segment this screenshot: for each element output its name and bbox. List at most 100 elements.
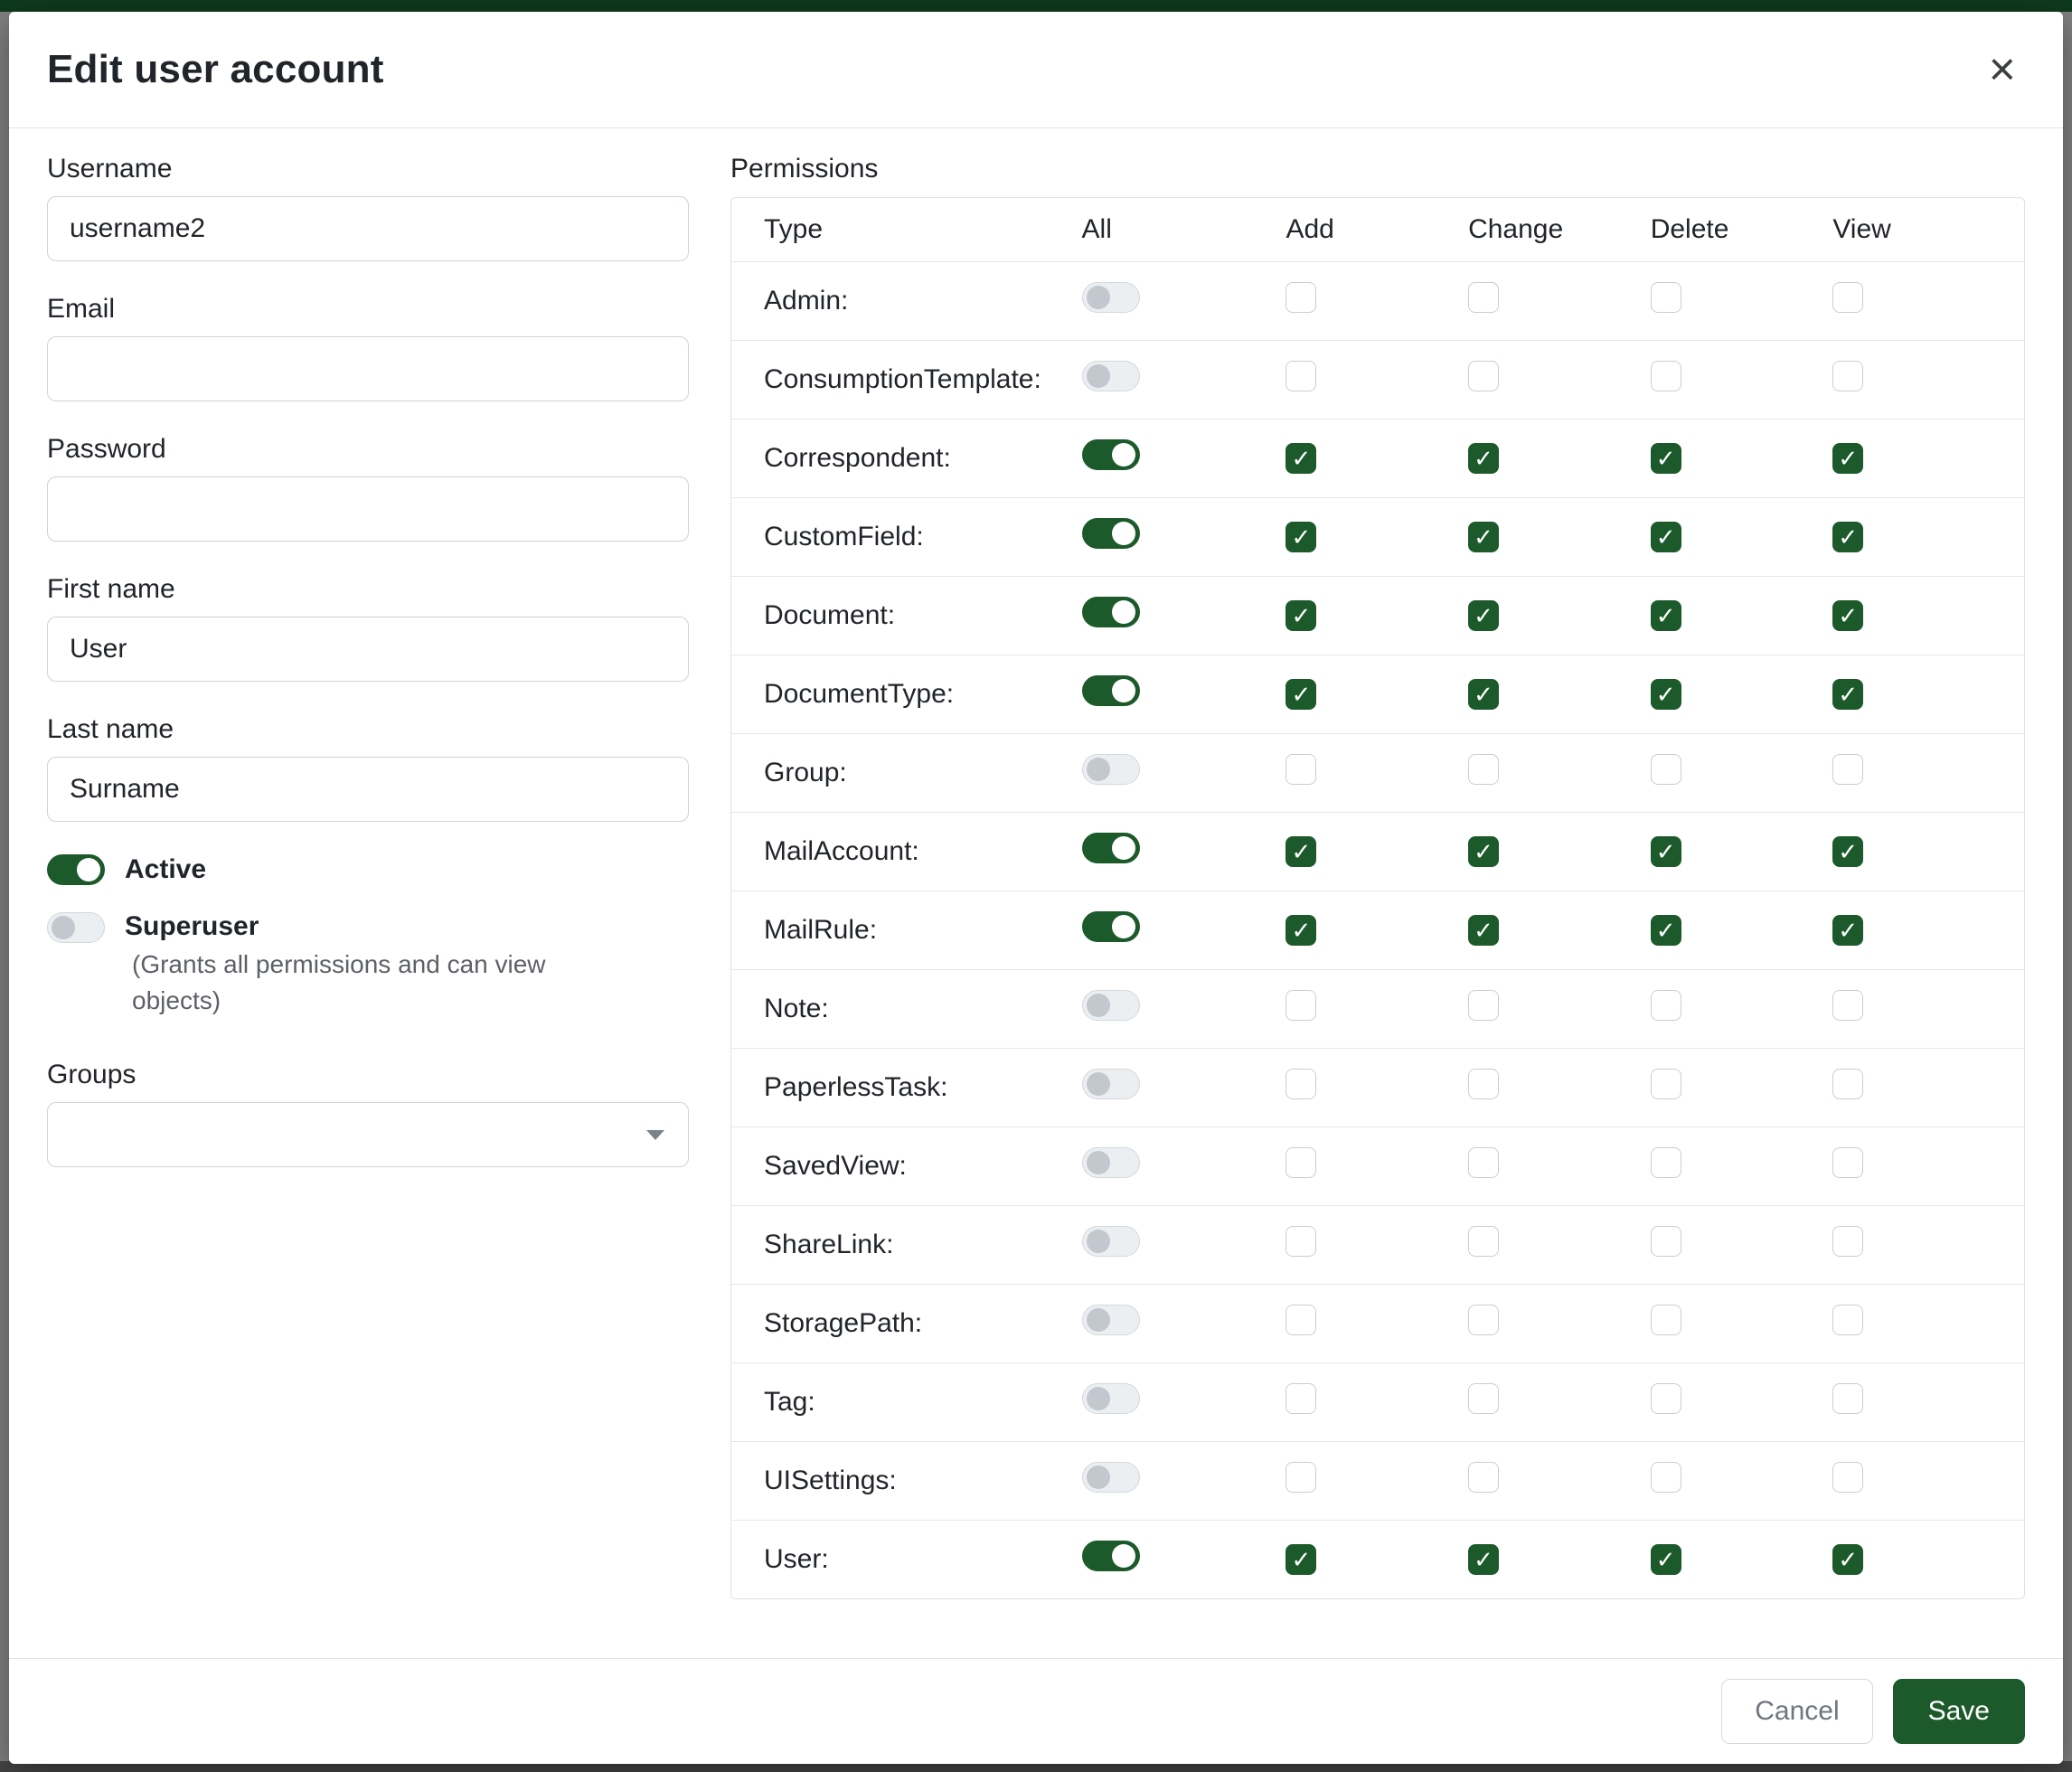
cancel-button[interactable]: Cancel [1721,1679,1872,1744]
permission-view-checkbox[interactable] [1832,1226,1863,1257]
permission-add-checkbox[interactable] [1286,1226,1316,1257]
permission-add-checkbox[interactable] [1286,443,1316,474]
permission-delete-checkbox[interactable] [1651,754,1681,785]
permission-change-checkbox[interactable] [1468,1544,1499,1575]
permission-all-toggle[interactable] [1082,1226,1140,1257]
permission-change-checkbox[interactable] [1468,836,1499,867]
permission-all-toggle[interactable] [1082,1383,1140,1414]
permission-add-checkbox[interactable] [1286,990,1316,1021]
permission-change-checkbox[interactable] [1468,282,1499,313]
active-toggle[interactable] [47,854,105,885]
permission-delete-checkbox[interactable] [1651,522,1681,552]
permission-all-toggle[interactable] [1082,361,1140,391]
permission-all-toggle[interactable] [1082,282,1140,313]
permission-change-checkbox[interactable] [1468,990,1499,1021]
password-input[interactable] [47,476,689,542]
permission-add-checkbox[interactable] [1286,1069,1316,1099]
email-input[interactable] [47,336,689,401]
permission-add-checkbox[interactable] [1286,836,1316,867]
save-button[interactable]: Save [1893,1679,2025,1744]
permission-delete-checkbox[interactable] [1651,1462,1681,1493]
permission-all-toggle[interactable] [1082,1147,1140,1178]
permission-view-checkbox[interactable] [1832,1462,1863,1493]
permission-view-checkbox[interactable] [1832,1147,1863,1178]
permission-add-checkbox[interactable] [1286,1147,1316,1178]
permission-all-toggle[interactable] [1082,1541,1140,1571]
permission-add-checkbox[interactable] [1286,1383,1316,1414]
permission-change-checkbox[interactable] [1468,522,1499,552]
permission-view-checkbox[interactable] [1832,361,1863,391]
groups-select[interactable] [47,1102,689,1167]
permission-all-toggle[interactable] [1082,833,1140,863]
permission-view-checkbox[interactable] [1832,754,1863,785]
permission-all-toggle[interactable] [1082,518,1140,549]
close-icon[interactable]: × [1980,42,2025,97]
permission-all-toggle[interactable] [1082,1305,1140,1335]
permission-delete-checkbox[interactable] [1651,1226,1681,1257]
last-name-input[interactable] [47,757,689,822]
permission-view-checkbox[interactable] [1832,1383,1863,1414]
permission-delete-checkbox[interactable] [1651,1069,1681,1099]
permission-delete-checkbox[interactable] [1651,1305,1681,1335]
permission-add-checkbox[interactable] [1286,282,1316,313]
permission-add-checkbox[interactable] [1286,754,1316,785]
permission-delete-checkbox[interactable] [1651,361,1681,391]
permission-add-checkbox[interactable] [1286,1305,1316,1335]
permission-change-checkbox[interactable] [1468,1147,1499,1178]
permission-all-toggle[interactable] [1082,1462,1140,1493]
permission-add-checkbox[interactable] [1286,361,1316,391]
permission-all-toggle[interactable] [1082,597,1140,627]
permission-view-checkbox[interactable] [1832,1069,1863,1099]
permission-delete-checkbox[interactable] [1651,836,1681,867]
permission-change-checkbox[interactable] [1468,679,1499,710]
permission-change-checkbox[interactable] [1468,1069,1499,1099]
permission-view-checkbox[interactable] [1832,443,1863,474]
permission-view-checkbox[interactable] [1832,679,1863,710]
permission-change-checkbox[interactable] [1468,443,1499,474]
permission-delete-checkbox[interactable] [1651,1544,1681,1575]
permission-view-checkbox[interactable] [1832,990,1863,1021]
permission-change-checkbox[interactable] [1468,1383,1499,1414]
permission-all-toggle[interactable] [1082,1069,1140,1099]
permission-delete-checkbox[interactable] [1651,443,1681,474]
permission-change-checkbox[interactable] [1468,754,1499,785]
permission-type-label: Admin: [764,286,848,316]
permission-view-checkbox[interactable] [1832,1305,1863,1335]
permission-change-checkbox[interactable] [1468,361,1499,391]
permission-delete-checkbox[interactable] [1651,600,1681,631]
permission-type-label: ConsumptionTemplate: [764,364,1041,394]
permission-add-checkbox[interactable] [1286,1544,1316,1575]
permission-delete-checkbox[interactable] [1651,1383,1681,1414]
permission-delete-checkbox[interactable] [1651,915,1681,946]
permission-delete-checkbox[interactable] [1651,679,1681,710]
permission-change-checkbox[interactable] [1468,1462,1499,1493]
toggle-knob [1087,1230,1110,1253]
permission-delete-checkbox[interactable] [1651,282,1681,313]
permission-all-toggle[interactable] [1082,675,1140,706]
permission-view-checkbox[interactable] [1832,915,1863,946]
first-name-input[interactable] [47,617,689,682]
permission-delete-checkbox[interactable] [1651,990,1681,1021]
permission-row: DocumentType: [731,655,2024,733]
permission-all-toggle[interactable] [1082,911,1140,942]
username-input[interactable] [47,196,689,261]
permission-add-checkbox[interactable] [1286,522,1316,552]
permission-add-checkbox[interactable] [1286,600,1316,631]
permission-view-checkbox[interactable] [1832,282,1863,313]
permission-change-checkbox[interactable] [1468,915,1499,946]
permission-all-toggle[interactable] [1082,754,1140,785]
permission-add-checkbox[interactable] [1286,679,1316,710]
permission-view-checkbox[interactable] [1832,836,1863,867]
permission-all-toggle[interactable] [1082,439,1140,470]
permission-view-checkbox[interactable] [1832,600,1863,631]
permission-delete-checkbox[interactable] [1651,1147,1681,1178]
permission-change-checkbox[interactable] [1468,1305,1499,1335]
superuser-toggle[interactable] [47,912,105,943]
permission-change-checkbox[interactable] [1468,1226,1499,1257]
permission-add-checkbox[interactable] [1286,1462,1316,1493]
permission-view-checkbox[interactable] [1832,1544,1863,1575]
permission-view-checkbox[interactable] [1832,522,1863,552]
permission-change-checkbox[interactable] [1468,600,1499,631]
permission-all-toggle[interactable] [1082,990,1140,1021]
permission-add-checkbox[interactable] [1286,915,1316,946]
